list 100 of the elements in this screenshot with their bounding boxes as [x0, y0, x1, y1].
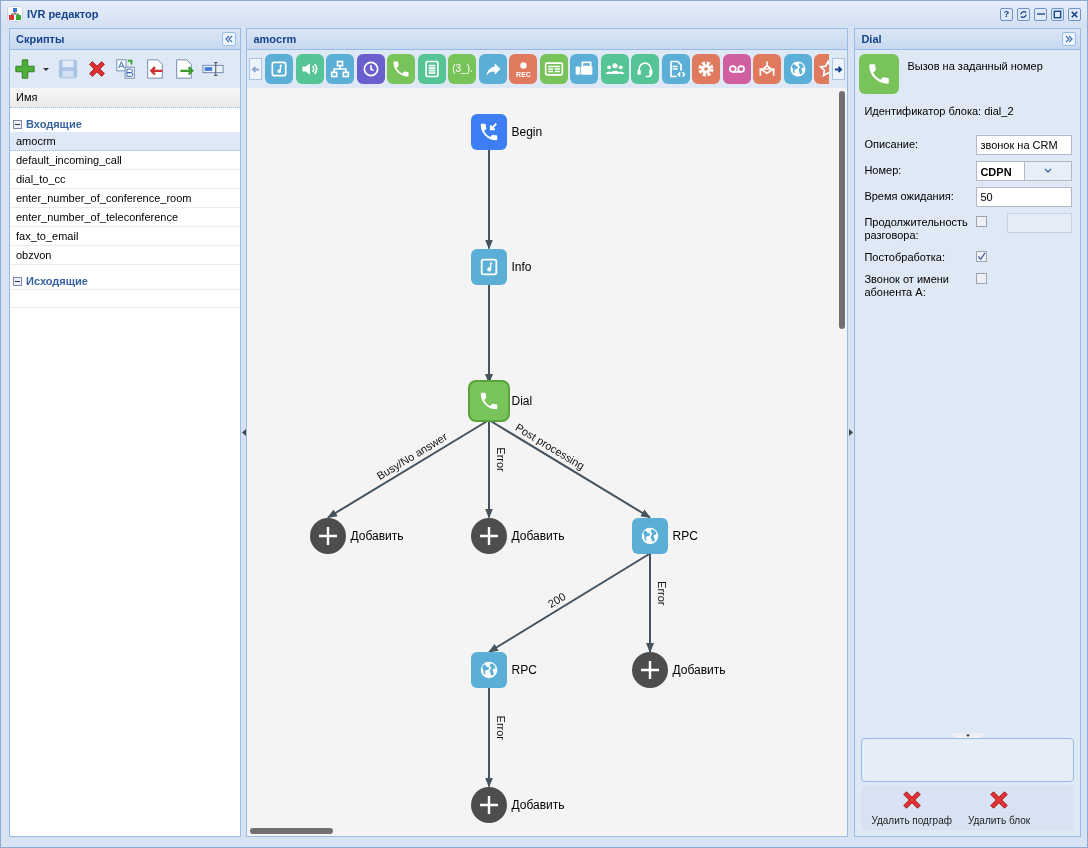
script-row[interactable]: fax_to_email	[10, 227, 240, 246]
panel-title: amocrm	[253, 31, 297, 47]
card-icon	[543, 59, 564, 79]
panel-title: Dial	[861, 31, 882, 47]
maximize-icon	[1052, 8, 1063, 20]
right-arrow-icon	[834, 64, 844, 74]
field-label: Номер:	[864, 162, 903, 177]
block-label: Добавить	[511, 796, 565, 814]
import-button[interactable]	[144, 58, 166, 80]
add-block-button[interactable]	[310, 517, 347, 554]
group-toggle[interactable]	[13, 276, 22, 286]
plus-icon	[478, 793, 501, 816]
flow-block[interactable]	[471, 114, 508, 150]
group-label: Входящие	[26, 116, 82, 132]
delete-x-icon	[987, 788, 1011, 811]
plus-icon	[14, 58, 36, 80]
checkbox[interactable]	[976, 250, 988, 262]
block-tool-button[interactable]	[783, 54, 812, 84]
dropdown-field[interactable]: CDPN	[976, 160, 1073, 181]
edge-label: Error	[656, 581, 669, 606]
column-header: Имя	[16, 90, 38, 106]
field-label: Описание:	[864, 136, 920, 151]
block-tool-button[interactable]	[600, 54, 629, 84]
field-label: Время ожидания:	[864, 188, 955, 203]
block-tool-button[interactable]	[570, 54, 599, 84]
block-tool-button[interactable]	[722, 54, 751, 84]
refresh-icon	[1018, 8, 1029, 20]
script-row[interactable]: enter_number_of_conference_room	[10, 189, 240, 208]
delete-button[interactable]: Удалить блок	[967, 788, 1031, 828]
checkbox[interactable]	[976, 215, 988, 227]
field-label: Постобработка:	[864, 249, 946, 264]
edge-label: Error	[495, 715, 508, 741]
group-toggle[interactable]	[13, 119, 22, 129]
double-chevron-left-icon	[223, 34, 234, 44]
double-chevron-right-icon	[1064, 34, 1074, 44]
export-document-icon	[173, 58, 195, 80]
rename-document-icon	[115, 58, 137, 80]
flow-block[interactable]	[471, 248, 508, 285]
block-label: Info	[511, 258, 532, 276]
maximize-button[interactable]	[1051, 7, 1064, 21]
block-label: Dial	[511, 393, 533, 410]
block-tool-button[interactable]	[356, 54, 385, 84]
expand-arrow-icon[interactable]	[849, 429, 854, 436]
flow-block[interactable]	[632, 517, 669, 554]
add-block-button[interactable]	[632, 652, 669, 688]
block-tool-button[interactable]	[417, 54, 446, 84]
resize-handle-icon[interactable]	[951, 733, 984, 738]
delete-button[interactable]	[86, 58, 108, 80]
script-row[interactable]: amocrm	[10, 132, 240, 151]
plus-icon	[478, 524, 501, 547]
block-tool-button[interactable]	[539, 54, 568, 84]
edge-label: Error	[495, 447, 508, 472]
group-label: Исходящие	[26, 273, 88, 289]
collapse-arrow-icon[interactable]	[241, 429, 246, 436]
scroll-left-button[interactable]	[249, 58, 263, 80]
vertical-scrollbar[interactable]	[839, 91, 846, 329]
close-icon	[1069, 8, 1080, 20]
minimize-icon	[1036, 13, 1045, 15]
add-button[interactable]	[14, 58, 50, 80]
collapse-button[interactable]	[221, 32, 236, 46]
record-icon	[517, 60, 529, 71]
edge-label: 200	[546, 590, 569, 610]
block-tool-button[interactable]	[692, 54, 721, 84]
block-label: Добавить	[672, 662, 726, 679]
checkbox[interactable]	[976, 272, 988, 284]
refresh-button[interactable]	[1017, 7, 1030, 21]
block-tool-button[interactable]	[387, 54, 416, 84]
block-tool-button[interactable]	[265, 54, 294, 84]
export-button[interactable]	[173, 58, 195, 80]
rename-button[interactable]	[115, 58, 137, 80]
plus-icon	[317, 524, 340, 547]
block-tool-button[interactable]	[631, 54, 660, 84]
window-title: IVR редактор	[27, 6, 99, 22]
help-button[interactable]: ?	[1000, 7, 1013, 21]
close-button[interactable]	[1068, 7, 1081, 21]
plus-icon	[639, 659, 662, 681]
block-tool-button[interactable]	[478, 54, 507, 84]
horizontal-scrollbar[interactable]	[250, 828, 334, 834]
text-field[interactable]: звонок на CRM	[976, 134, 1073, 155]
script-row[interactable]: dial_to_cc	[10, 170, 240, 189]
left-arrow-icon	[251, 64, 261, 74]
script-row[interactable]: enter_number_of_teleconference	[10, 208, 240, 227]
block-tool-button[interactable]	[326, 54, 355, 84]
block-tool-button[interactable]	[661, 54, 690, 84]
block-tool-button[interactable]	[753, 54, 782, 84]
scroll-right-button[interactable]	[832, 58, 846, 80]
add-block-button[interactable]	[471, 517, 508, 554]
delete-button[interactable]: Удалить подграф	[871, 788, 952, 828]
minimize-button[interactable]	[1034, 7, 1047, 21]
script-row[interactable]: default_incoming_call	[10, 151, 240, 170]
collapse-button[interactable]	[1062, 32, 1076, 46]
delete-x-icon	[86, 58, 108, 80]
field-label: Продолжительность разговора:	[864, 214, 969, 242]
flow-block[interactable]	[471, 652, 508, 688]
block-tool-button[interactable]	[295, 54, 324, 84]
block-label: Добавить	[350, 527, 404, 545]
script-row[interactable]: obzvon	[10, 246, 240, 265]
text-field[interactable]: 50	[976, 186, 1073, 207]
add-block-button[interactable]	[471, 786, 508, 823]
flow-block[interactable]	[470, 382, 509, 420]
